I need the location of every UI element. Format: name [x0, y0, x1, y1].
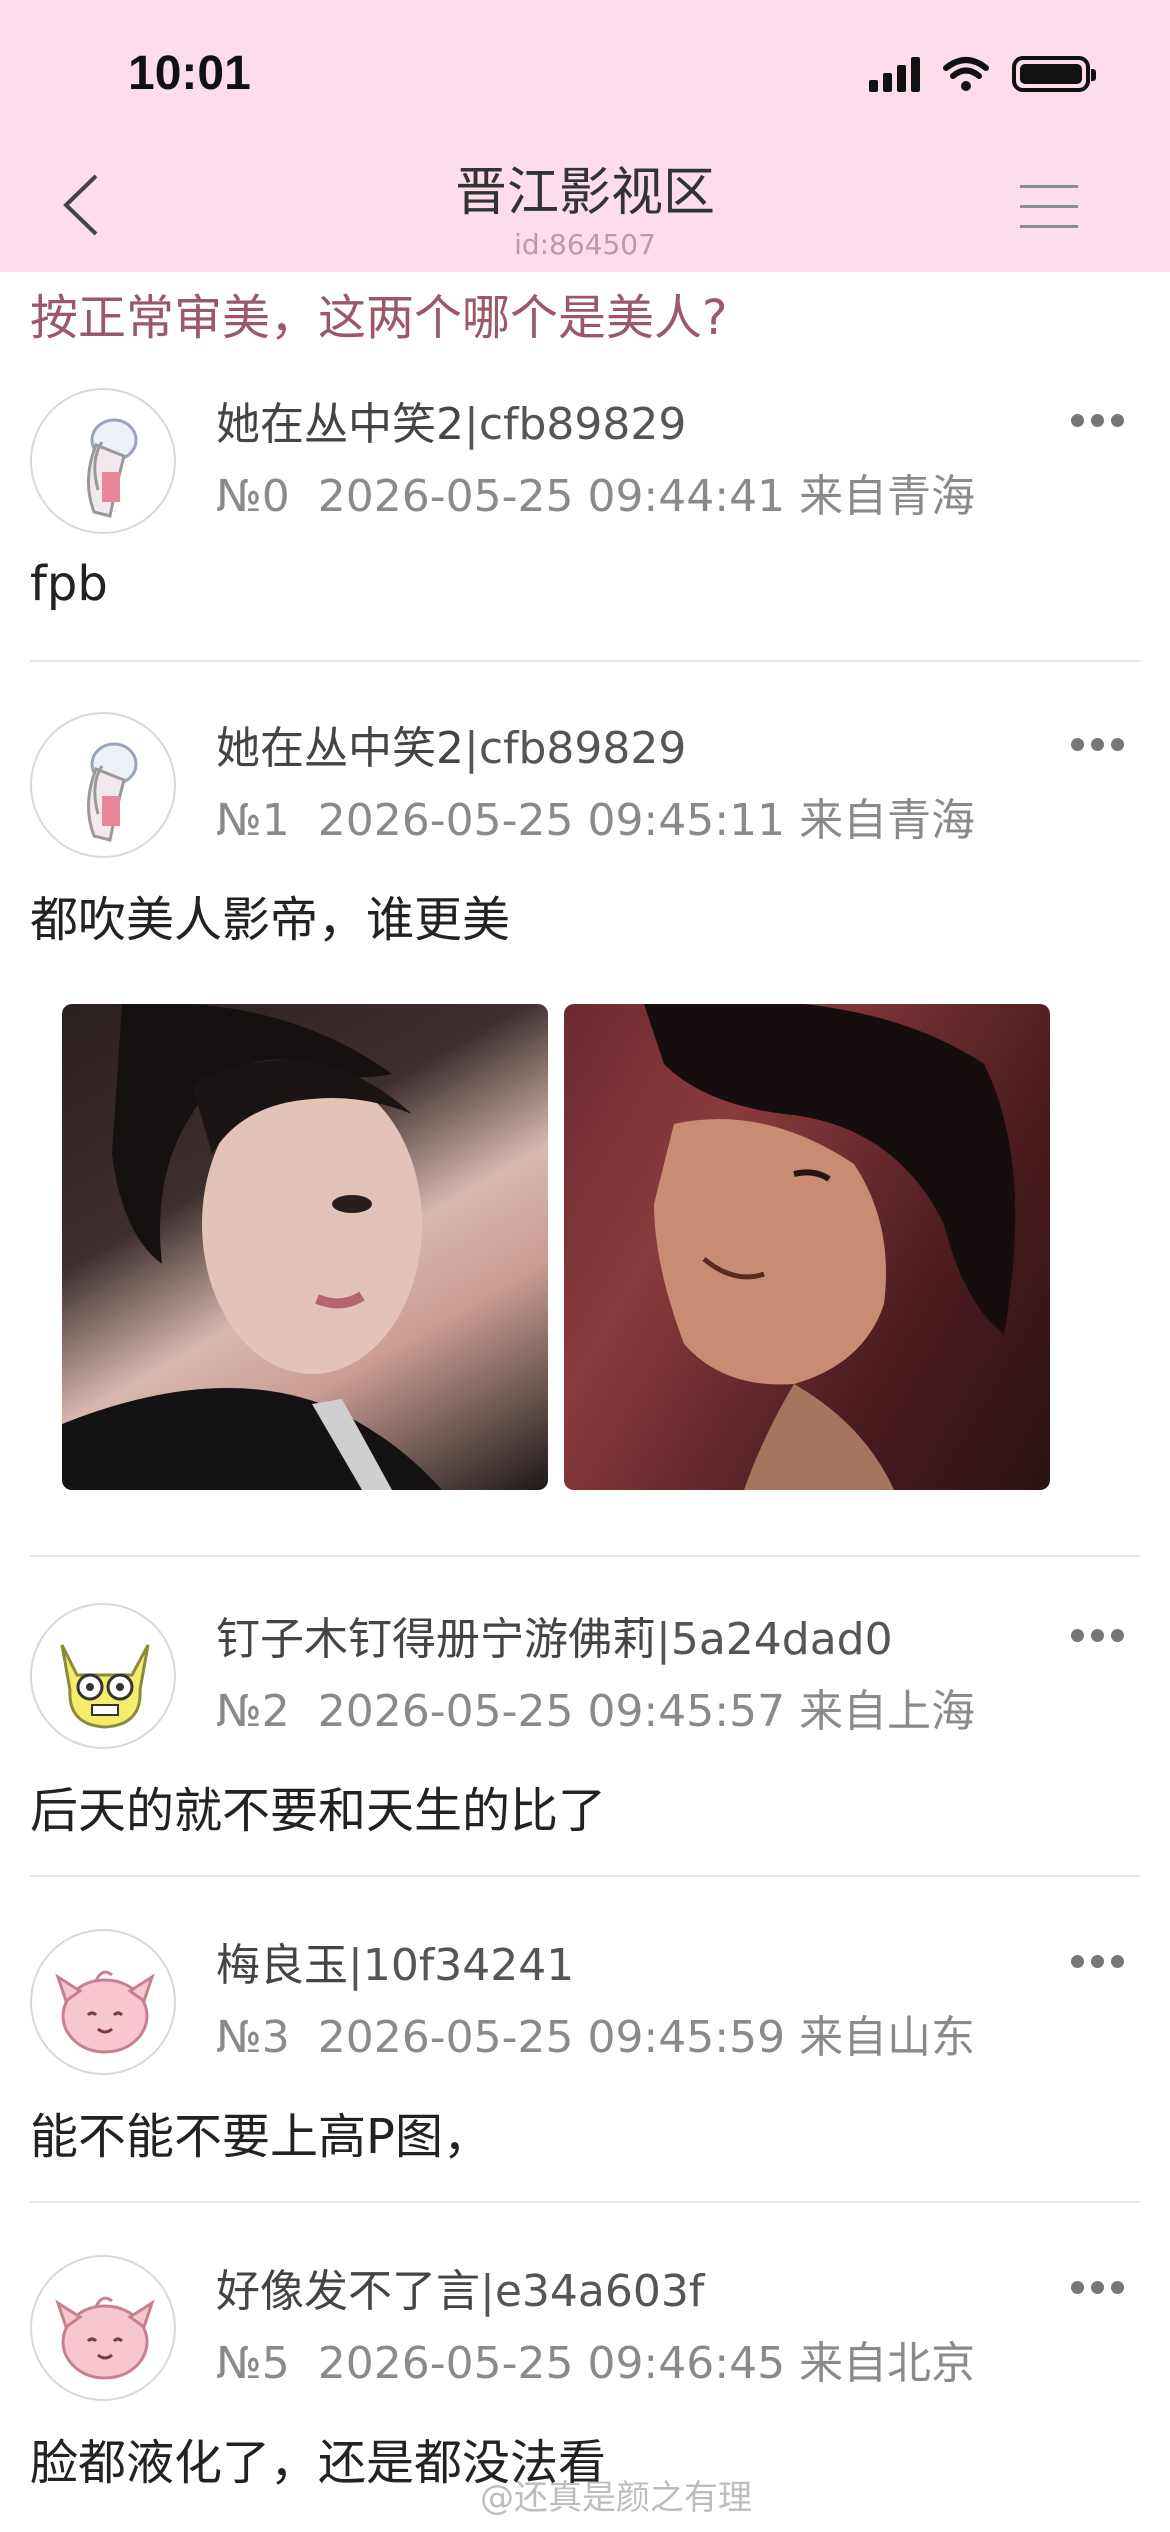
more-options-button[interactable]	[1065, 1623, 1130, 1648]
username[interactable]: 钉子木钉得册宁游佛莉|5a24dad0	[216, 1603, 893, 1667]
post-datetime: 2026-05-25 09:46:45	[317, 2338, 786, 2389]
post-location: 来自山东	[799, 2012, 976, 2063]
post-location: 来自上海	[799, 1686, 976, 1737]
post-datetime: 2026-05-25 09:45:57	[317, 1686, 786, 1737]
thread-title: 按正常审美，这两个哪个是美人?	[30, 290, 728, 346]
post-photo[interactable]	[62, 1004, 548, 1490]
wifi-icon	[943, 57, 989, 91]
post-content: 能不能不要上高P图，	[30, 2109, 491, 2165]
username[interactable]: 她在丛中笑2|cfb89829	[216, 388, 686, 452]
floor-number: №2	[216, 1686, 290, 1737]
avatar[interactable]	[30, 388, 176, 534]
page-title: 晋江影视区	[454, 163, 715, 223]
signal-icon	[869, 56, 920, 92]
post-meta: №0 2026-05-25 09:44:41 来自青海	[216, 460, 975, 524]
avatar[interactable]	[30, 1603, 176, 1749]
divider	[30, 660, 1140, 662]
post-datetime: 2026-05-25 09:45:11	[317, 795, 786, 846]
floor-number: №0	[216, 471, 290, 522]
username[interactable]: 梅良玉|10f34241	[216, 1929, 574, 1993]
more-options-button[interactable]	[1065, 732, 1130, 757]
more-options-button[interactable]	[1065, 408, 1130, 433]
watermark: @还真是颜之有理	[480, 2478, 752, 2518]
more-options-button[interactable]	[1065, 2275, 1130, 2300]
post-location: 来自青海	[799, 471, 976, 522]
menu-button[interactable]	[1020, 185, 1078, 233]
divider	[30, 1555, 1140, 1557]
post-meta: №1 2026-05-25 09:45:11 来自青海	[216, 784, 975, 848]
post-location: 来自北京	[799, 2338, 976, 2389]
username[interactable]: 她在丛中笑2|cfb89829	[216, 712, 686, 776]
status-icons	[869, 56, 1096, 92]
post-content: 都吹美人影帝，谁更美	[30, 892, 511, 948]
floor-number: №5	[216, 2338, 290, 2389]
post-photo[interactable]	[564, 1004, 1050, 1490]
status-time: 10:01	[128, 47, 251, 100]
post-meta: №2 2026-05-25 09:45:57 来自上海	[216, 1675, 975, 1739]
battery-icon	[1012, 56, 1096, 92]
username[interactable]: 好像发不了言|e34a603f	[216, 2255, 704, 2319]
divider	[30, 2201, 1140, 2203]
more-options-button[interactable]	[1065, 1949, 1130, 1974]
avatar[interactable]	[30, 712, 176, 858]
header-bar: 10:01 晋江影视区 id:864507	[0, 0, 1170, 272]
avatar[interactable]	[30, 2255, 176, 2401]
post-meta: №3 2026-05-25 09:45:59 来自山东	[216, 2001, 975, 2065]
divider	[30, 1875, 1140, 1877]
floor-number: №1	[216, 795, 290, 846]
post-location: 来自青海	[799, 795, 976, 846]
post-datetime: 2026-05-25 09:45:59	[317, 2012, 786, 2063]
post-datetime: 2026-05-25 09:44:41	[317, 471, 786, 522]
post-content: 后天的就不要和天生的比了	[30, 1783, 607, 1839]
post-meta: №5 2026-05-25 09:46:45 来自北京	[216, 2327, 975, 2391]
thread-id: id:864507	[514, 228, 656, 261]
avatar[interactable]	[30, 1929, 176, 2075]
floor-number: №3	[216, 2012, 290, 2063]
post-content: fpb	[30, 556, 108, 612]
